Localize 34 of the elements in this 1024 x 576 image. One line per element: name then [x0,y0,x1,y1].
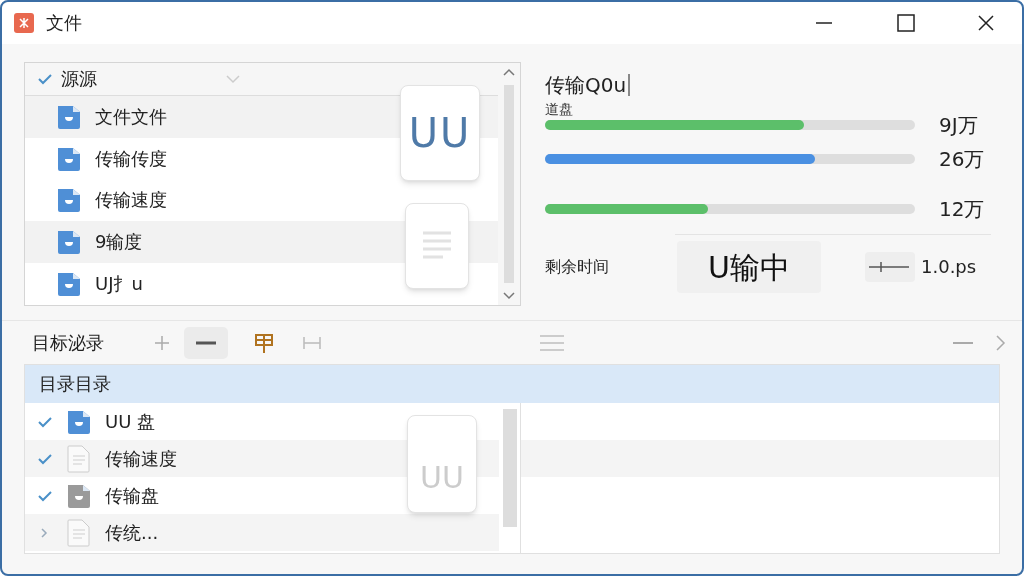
list-header: 源源 [61,66,97,91]
close-icon[interactable] [976,13,996,33]
scroll-down-icon[interactable] [502,291,516,301]
folder-icon [55,270,83,299]
app-icon [14,13,34,33]
bar-label: 道盘 [545,100,573,119]
remove-icon[interactable] [184,326,228,359]
list-item[interactable]: 9输度 [55,228,143,257]
list-header-row[interactable]: 目录目录 [25,365,999,403]
list-item[interactable]: 传输速度 [55,186,167,215]
transfer-title: 传输Q0u [545,72,627,99]
bar-reading: 12万 [939,196,985,223]
document-icon [65,443,93,474]
remaining-label: 剩余时间 [545,256,610,278]
document-icon [65,517,93,548]
bar-reading: 26万 [939,146,985,173]
bar-reading: 9J万 [939,112,978,139]
status-display: U输中 [677,241,821,293]
list-item[interactable]: UU 盘 [37,407,156,436]
scrollbar-thumb[interactable] [504,85,514,283]
scroll-up-icon[interactable] [502,67,516,77]
folder-icon [55,186,83,215]
speed-icon [865,252,915,282]
list-item[interactable]: 传输盘 [37,481,159,510]
folder-icon [55,228,83,257]
list-item[interactable]: 文件文件 [55,102,167,131]
speed-reading: 1.0.ps [921,255,977,279]
scrollbar-thumb[interactable] [502,409,517,527]
list-item[interactable]: UJ扌u [55,270,143,299]
list-item[interactable]: 传输传度 [55,144,167,173]
file-card: UU [400,85,480,181]
window-title: 文件 [46,11,82,35]
maximize-icon[interactable] [896,13,916,33]
target-label: 目标泌录 [31,330,105,355]
